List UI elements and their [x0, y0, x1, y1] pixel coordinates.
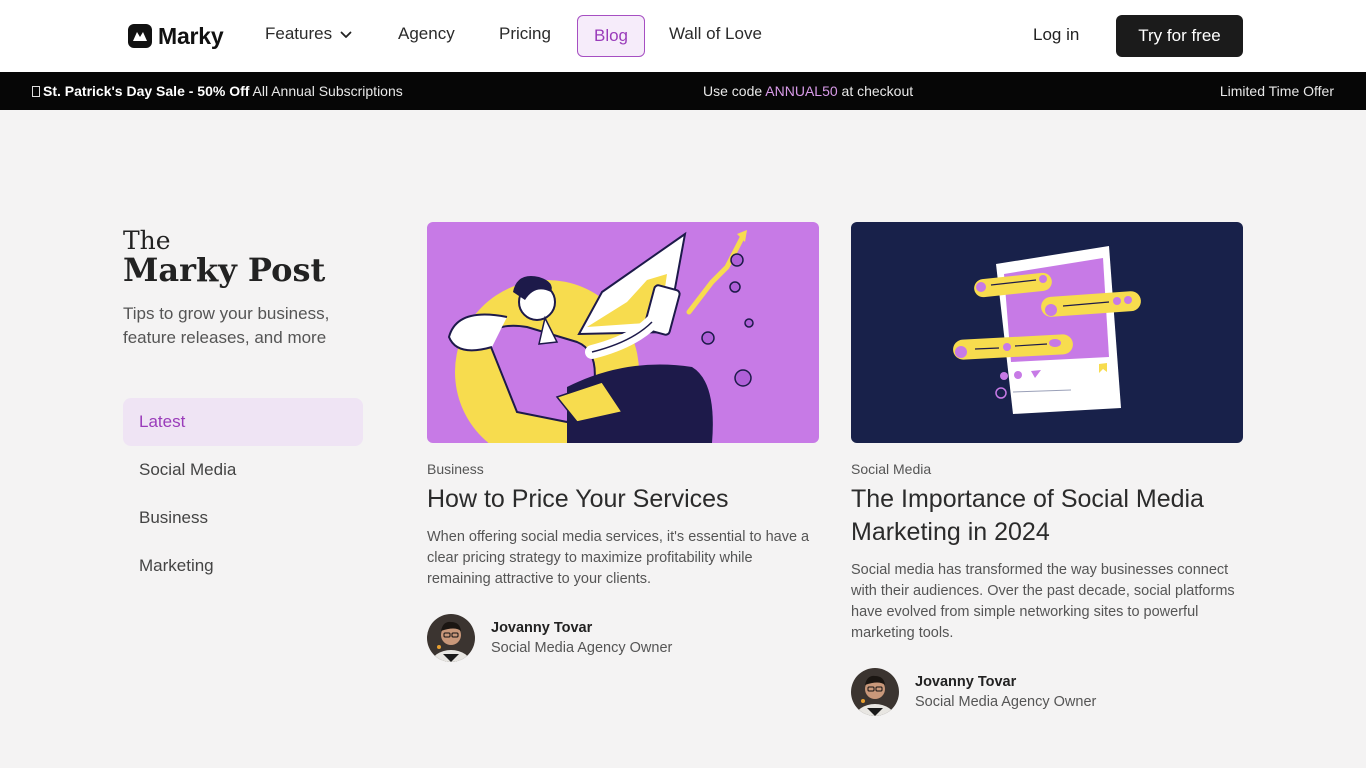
nav-pricing[interactable]: Pricing — [499, 24, 551, 44]
nav-blog[interactable]: Blog — [577, 15, 645, 57]
promo-code-prefix: Use code — [703, 83, 763, 99]
promo-code-suffix: at checkout — [841, 83, 914, 99]
post-category[interactable]: Business — [427, 461, 819, 477]
blog-title: Marky Post — [123, 251, 326, 289]
chevron-down-icon — [340, 24, 352, 44]
post-card[interactable]: Business How to Price Your Services When… — [427, 222, 819, 662]
author-role: Social Media Agency Owner — [915, 694, 1097, 710]
post-author: Jovanny Tovar Social Media Agency Owner — [851, 668, 1243, 716]
promo-left: St. Patrick's Day Sale - 50% Off All Ann… — [32, 83, 403, 99]
post-title[interactable]: How to Price Your Services — [427, 483, 819, 516]
category-business[interactable]: Business — [123, 494, 363, 542]
post-image-social-media-illustration[interactable] — [851, 222, 1243, 443]
category-marketing[interactable]: Marketing — [123, 542, 363, 590]
post-category[interactable]: Social Media — [851, 461, 1243, 477]
promo-subline: All Annual Subscriptions — [252, 83, 403, 99]
logo[interactable]: Marky — [128, 22, 224, 50]
promo-limited-offer: Limited Time Offer — [1219, 83, 1334, 99]
promo-code: ANNUAL50 — [765, 83, 838, 99]
nav-wall-of-love[interactable]: Wall of Love — [669, 24, 762, 44]
author-role: Social Media Agency Owner — [491, 640, 673, 656]
post-title[interactable]: The Importance of Social Media Marketing… — [851, 483, 1243, 549]
login-link[interactable]: Log in — [1033, 25, 1079, 45]
author-name: Jovanny Tovar — [491, 620, 593, 636]
top-navigation: Marky Features Agency Pricing Blog Wall … — [0, 0, 1366, 72]
promo-code-text: Use code ANNUAL50 at checkout — [703, 83, 913, 99]
avatar — [851, 668, 899, 716]
post-excerpt: When offering social media services, it'… — [427, 529, 810, 587]
post-image-pricing-illustration[interactable] — [427, 222, 819, 443]
post-card[interactable]: Social Media The Importance of Social Me… — [851, 222, 1243, 716]
marky-logo-icon — [128, 24, 152, 48]
logo-text: Marky — [158, 22, 224, 49]
avatar — [427, 614, 475, 662]
blog-tagline: Tips to grow your business, feature rele… — [123, 304, 330, 347]
promo-headline: St. Patrick's Day Sale - 50% Off — [43, 83, 250, 99]
promo-banner: St. Patrick's Day Sale - 50% Off All Ann… — [0, 72, 1366, 110]
try-for-free-button[interactable]: Try for free — [1116, 15, 1243, 57]
author-name: Jovanny Tovar — [915, 674, 1017, 690]
shamrock-icon — [32, 86, 40, 97]
post-author: Jovanny Tovar Social Media Agency Owner — [427, 614, 819, 662]
post-excerpt: Social media has transformed the way bus… — [851, 562, 1235, 641]
nav-features-label: Features — [265, 24, 333, 43]
category-latest[interactable]: Latest — [123, 398, 363, 446]
category-social-media[interactable]: Social Media — [123, 446, 363, 494]
nav-agency[interactable]: Agency — [398, 24, 455, 44]
nav-features[interactable]: Features — [265, 24, 352, 44]
